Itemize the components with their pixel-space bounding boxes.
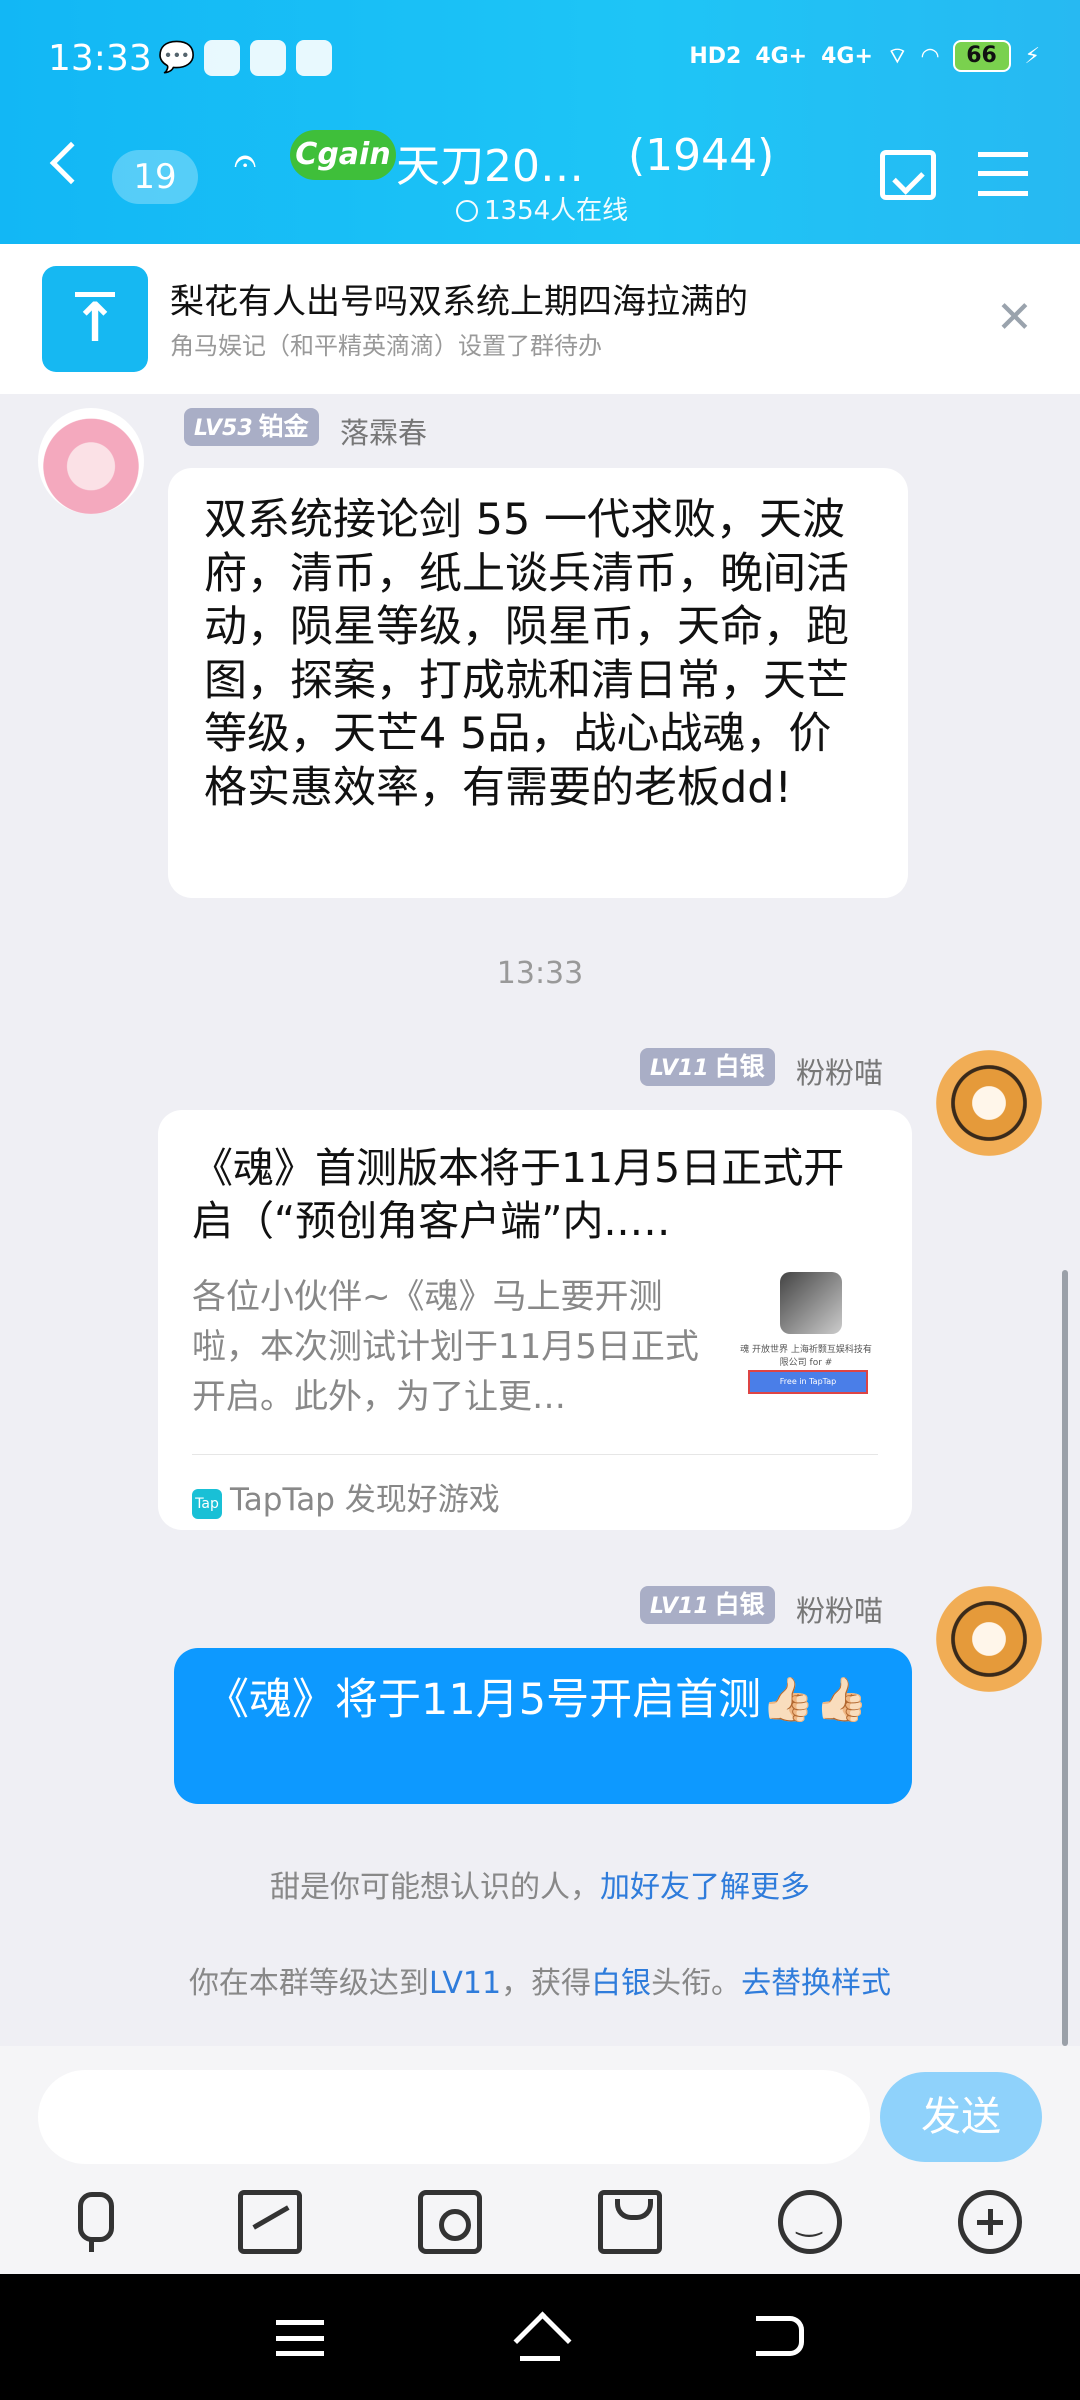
system-tip-level: 你在本群等级达到LV11，获得白银头衔。去替换样式	[188, 1966, 892, 2001]
scrollbar[interactable]	[1062, 1270, 1068, 2046]
change-style-link[interactable]: 去替换样式	[741, 1966, 891, 2001]
wifi-icon: ◠	[921, 43, 939, 69]
chat-header: 13:33 💬 HD2 4G+ 4G+ ⌔ ◠ 66 ⚡ 19 𝄐 Cgain …	[0, 0, 1080, 244]
group-name[interactable]: 天刀20…	[396, 130, 584, 194]
menu-icon[interactable]	[978, 152, 1028, 196]
taptap-icon: Tap	[192, 1489, 222, 1519]
share-card-source: Tap TapTap 发现好游戏	[192, 1474, 500, 1519]
system-tip-add-friend: 甜是你可能想认识的人，加好友了解更多	[270, 1870, 810, 1905]
signal-icon: 4G+	[821, 43, 873, 69]
status-indicators: HD2 4G+ 4G+ ⌔ ◠ 66 ⚡	[689, 40, 1040, 72]
microphone-icon[interactable]	[60, 2190, 124, 2254]
member-level-badge: LV11 白银	[640, 1048, 775, 1086]
red-packet-icon[interactable]	[598, 2190, 662, 2254]
emoji-icon[interactable]	[778, 2190, 842, 2254]
input-toolbar	[0, 2180, 1080, 2270]
sender-nickname[interactable]: 落霖春	[340, 410, 427, 452]
wechat-icon: 💬	[158, 40, 196, 75]
status-time: 13:33	[48, 38, 152, 79]
group-member-count[interactable]: (1944)	[628, 130, 774, 181]
sender-nickname[interactable]: 粉粉喵	[796, 1588, 883, 1630]
message-input[interactable]	[38, 2070, 870, 2164]
divider	[192, 1454, 878, 1455]
recent-apps-icon[interactable]	[276, 2320, 324, 2356]
thumbnail-button: Free in TapTap	[748, 1370, 868, 1394]
thumbnail-label: 魂 开放世界 上海祈颢互娱科技有限公司 for #	[740, 1345, 872, 1368]
group-todo-notice[interactable]: 梨花有人出号吗双系统上期四海拉满的 角马娱记（和平精英滴滴）设置了群待办 ✕	[0, 244, 1080, 394]
notice-subtitle: 角马娱记（和平精英滴滴）设置了群待办	[170, 332, 602, 360]
plus-icon[interactable]	[958, 2190, 1022, 2254]
status-app-icons: 💬	[158, 40, 332, 76]
share-card-description: 各位小伙伴~《魂》马上要开测啦，本次测试计划于11月5日正式开启。此外，为了让更…	[192, 1277, 699, 1417]
unread-count-badge[interactable]: 19	[112, 150, 198, 204]
message-timestamp: 13:33	[496, 956, 584, 991]
online-check-icon	[456, 200, 478, 222]
level-link[interactable]: LV11	[429, 1966, 501, 2001]
send-button[interactable]: 发送	[880, 2072, 1042, 2162]
online-count[interactable]: 1354人在线	[456, 190, 628, 227]
game-icon	[780, 1272, 842, 1334]
group-logo: Cgain	[290, 130, 396, 180]
back-icon[interactable]	[756, 2316, 804, 2356]
avatar[interactable]	[936, 1050, 1042, 1156]
share-card[interactable]: 《魂》首测版本将于11月5日正式开启（“预创角客户端”内..… 各位小伙伴~《魂…	[158, 1110, 912, 1530]
sender-nickname[interactable]: 粉粉喵	[796, 1050, 883, 1092]
add-friend-link[interactable]: 加好友了解更多	[600, 1870, 810, 1905]
message-bubble[interactable]: 双系统接论剑 55 一代求败，天波府，清币，纸上谈兵清币，晚间活动，陨星等级，陨…	[168, 468, 908, 898]
avatar[interactable]	[38, 408, 144, 514]
ear-icon[interactable]: 𝄐	[234, 138, 256, 184]
message-bubble[interactable]: 《魂》将于11月5号开启首测👍🏻👍🏻	[174, 1648, 912, 1804]
member-level-badge: LV11 白银	[640, 1586, 775, 1624]
home-icon[interactable]	[510, 2314, 570, 2362]
online-count-text: 1354人在线	[484, 196, 629, 226]
wifi-icon: ⌔	[886, 44, 908, 69]
pin-top-icon	[42, 266, 148, 372]
share-card-title: 《魂》首测版本将于11月5日正式开启（“预创角客户端”内..…	[192, 1144, 845, 1245]
app-notification-icon	[250, 40, 286, 76]
input-bar: 发送	[0, 2046, 1080, 2274]
member-level-badge: LV53 铂金	[184, 408, 319, 446]
title-link[interactable]: 白银	[591, 1966, 651, 2001]
hd-icon: HD2	[689, 43, 742, 69]
battery-icon: 66	[952, 40, 1011, 72]
app-notification-icon	[296, 40, 332, 76]
status-bar: 13:33 💬 HD2 4G+ 4G+ ⌔ ◠ 66 ⚡	[0, 0, 1080, 124]
app-notification-icon	[204, 40, 240, 76]
image-icon[interactable]	[238, 2190, 302, 2254]
close-icon[interactable]: ✕	[996, 292, 1033, 343]
system-nav-bar	[0, 2274, 1080, 2400]
back-arrow-icon[interactable]	[49, 141, 93, 185]
avatar[interactable]	[936, 1586, 1042, 1692]
charging-icon: ⚡	[1024, 43, 1040, 69]
share-card-thumbnail: 魂 开放世界 上海祈颢互娱科技有限公司 for # Free in TapTap	[736, 1272, 876, 1394]
notice-title: 梨花有人出号吗双系统上期四海拉满的	[170, 282, 748, 322]
camera-icon[interactable]	[418, 2190, 482, 2254]
signal-icon: 4G+	[755, 43, 808, 69]
calendar-check-icon[interactable]	[880, 150, 936, 200]
